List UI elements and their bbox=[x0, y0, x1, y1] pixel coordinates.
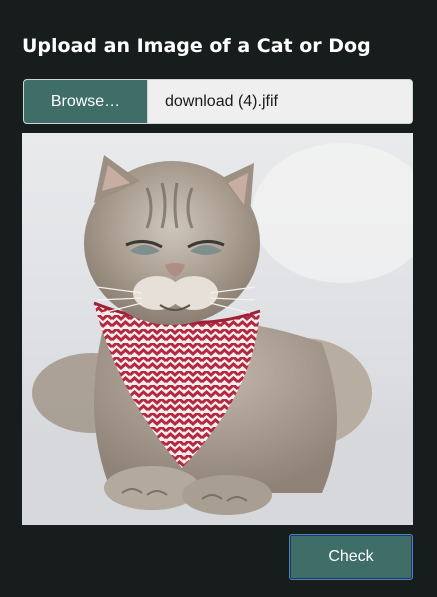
page-title: Upload an Image of a Cat or Dog bbox=[22, 35, 371, 57]
uploaded-image-preview bbox=[22, 133, 413, 525]
check-button[interactable]: Check bbox=[289, 534, 413, 580]
browse-button[interactable]: Browse… bbox=[24, 80, 148, 123]
file-upload-input[interactable]: Browse… download (4).jfif bbox=[23, 79, 413, 124]
selected-file-name[interactable]: download (4).jfif bbox=[148, 80, 412, 123]
cat-photo bbox=[22, 133, 413, 525]
